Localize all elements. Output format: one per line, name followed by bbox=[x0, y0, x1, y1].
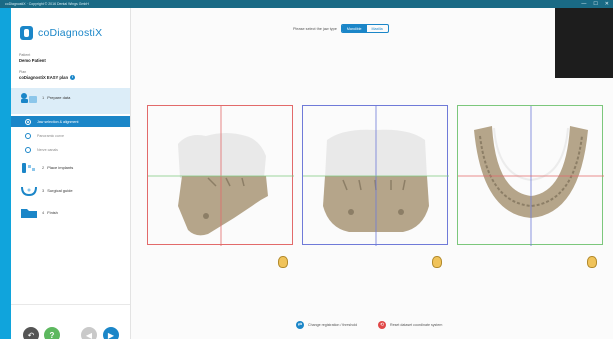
left-accent-edge bbox=[0, 8, 11, 339]
change-registration-label: Change registration / threshold bbox=[308, 323, 358, 327]
step-label: Finish bbox=[47, 209, 58, 215]
step-finish[interactable]: 4 Finish bbox=[11, 205, 130, 219]
jaw-option-maxilla[interactable]: Maxilla bbox=[367, 25, 388, 32]
plan-name: coDiagnostiX EASY plan i bbox=[19, 75, 76, 81]
next-button[interactable]: ▶ bbox=[103, 327, 119, 339]
app-logo: coDiagnostiX bbox=[20, 26, 102, 40]
logo-icon bbox=[20, 26, 33, 40]
change-registration-button[interactable]: ⇄ Change registration / threshold bbox=[296, 321, 357, 329]
window-controls: — ☐ ✕ bbox=[581, 0, 609, 8]
step-number: 1 bbox=[42, 94, 45, 100]
sagittal-render bbox=[148, 106, 294, 246]
step-surgical-guide[interactable]: 3 Surgical guide bbox=[11, 183, 130, 197]
reset-icon: ⟲ bbox=[378, 321, 386, 329]
substep-label: Panoramic curve bbox=[37, 133, 64, 138]
step-prepare-data[interactable]: 1 Prepare data bbox=[11, 90, 130, 104]
jaw-type-toggle: Mandible Maxilla bbox=[340, 24, 389, 33]
previous-button[interactable]: ◀ bbox=[81, 327, 97, 339]
step-number: 2 bbox=[42, 164, 45, 170]
step-number: 3 bbox=[42, 187, 45, 193]
substep-panoramic-curve[interactable]: Panoramic curve bbox=[11, 130, 130, 141]
patient-label: Patient bbox=[19, 53, 31, 57]
orientation-head-icon[interactable] bbox=[432, 256, 442, 268]
window-titlebar: coDiagnostiX · Copyright © 2016 Dental W… bbox=[0, 0, 613, 8]
plan-name-text: coDiagnostiX EASY plan bbox=[19, 75, 69, 80]
implant-icon bbox=[20, 161, 38, 173]
sidebar: coDiagnostiX Patient Demo Patient Plan c… bbox=[11, 8, 131, 339]
substep-nerve-canals[interactable]: Nerve canals bbox=[11, 144, 130, 155]
step-label: Surgical guide bbox=[47, 187, 73, 193]
main-toolbar-area bbox=[131, 8, 555, 78]
substep-label: Jaw selection & alignment bbox=[37, 119, 79, 124]
sagittal-view[interactable] bbox=[147, 105, 294, 246]
jaw-type-question: Please select the jaw type bbox=[293, 26, 337, 31]
sidebar-nav-bar: ↶ ? ◀ ▶ bbox=[11, 304, 130, 339]
minimize-button[interactable]: — bbox=[581, 0, 586, 8]
axial-render bbox=[458, 106, 604, 246]
axial-view[interactable] bbox=[457, 105, 604, 246]
logo-text: coDiagnostiX bbox=[38, 27, 103, 39]
plan-label: Plan bbox=[19, 70, 27, 74]
undo-button[interactable]: ↶ bbox=[23, 327, 39, 339]
window-title: coDiagnostiX · Copyright © 2016 Dental W… bbox=[5, 2, 89, 6]
coronal-render bbox=[303, 106, 449, 246]
step-label: Prepare data bbox=[47, 94, 71, 100]
registration-icon: ⇄ bbox=[296, 321, 304, 329]
maximize-button[interactable]: ☐ bbox=[593, 0, 597, 8]
patient-name: Demo Patient bbox=[19, 58, 46, 63]
reset-coordinate-button[interactable]: ⟲ Reset dataset coordinate system bbox=[378, 321, 442, 329]
prepare-data-icon bbox=[20, 91, 38, 103]
step-number: 4 bbox=[42, 209, 45, 215]
overlapping-window bbox=[555, 8, 613, 78]
substep-ring-icon bbox=[25, 146, 31, 153]
reset-coordinate-label: Reset dataset coordinate system bbox=[390, 323, 443, 327]
substep-ring-icon bbox=[25, 132, 31, 139]
orientation-head-icon[interactable] bbox=[278, 256, 288, 268]
substep-ring-icon bbox=[25, 118, 31, 125]
help-button[interactable]: ? bbox=[44, 327, 60, 339]
substep-jaw-selection[interactable]: Jaw selection & alignment bbox=[11, 116, 130, 127]
step-label: Place implants bbox=[47, 164, 74, 170]
close-button[interactable]: ✕ bbox=[605, 0, 609, 8]
orientation-head-icon[interactable] bbox=[587, 256, 597, 268]
jaw-type-selector: Please select the jaw type Mandible Maxi… bbox=[293, 24, 389, 33]
folder-icon bbox=[20, 206, 38, 218]
coronal-view[interactable] bbox=[302, 105, 449, 246]
jaw-option-mandible[interactable]: Mandible bbox=[341, 25, 367, 32]
substep-label: Nerve canals bbox=[37, 147, 58, 152]
step-place-implants[interactable]: 2 Place implants bbox=[11, 160, 130, 174]
info-icon[interactable]: i bbox=[70, 75, 76, 81]
surgical-guide-icon bbox=[20, 184, 38, 197]
